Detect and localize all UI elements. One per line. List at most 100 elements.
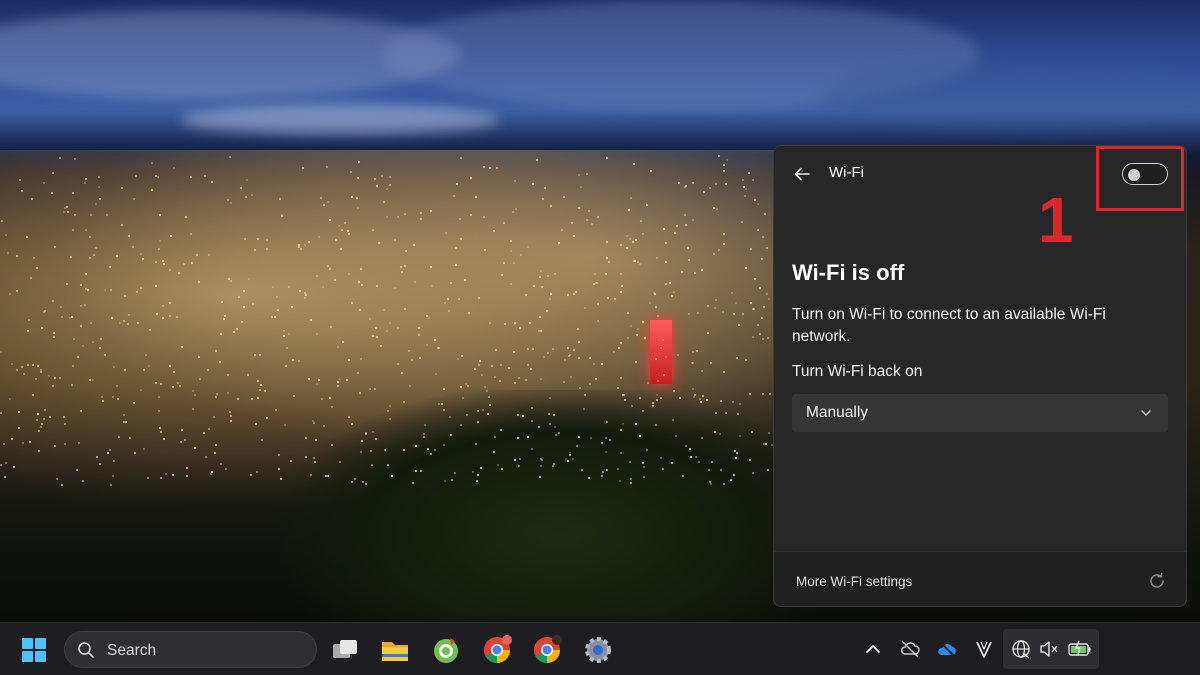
city-light [157,395,160,398]
city-light [133,401,136,404]
settings-button[interactable] [580,632,616,668]
city-light [52,332,55,335]
city-light [417,333,420,336]
city-light [63,415,66,418]
city-light [337,384,340,387]
city-light [551,347,554,350]
city-light [410,358,413,361]
city-light [618,479,621,482]
city-light [587,210,590,213]
city-light [750,301,753,304]
turn-wifi-back-on-dropdown[interactable]: Manually [792,394,1168,432]
city-light [4,461,7,464]
city-light [620,290,623,293]
city-light [732,473,735,476]
city-light [161,305,164,307]
city-light [133,197,135,200]
city-light [101,399,104,402]
city-light [81,344,84,347]
onedrive-icon[interactable] [935,637,959,661]
city-light [283,334,286,337]
chevron-up-icon[interactable] [861,637,885,661]
chrome-button[interactable] [479,632,515,668]
city-light [608,438,611,441]
city-light [302,166,305,169]
cloud-off-icon[interactable] [898,637,922,661]
city-light [275,408,278,411]
city-light [639,220,642,223]
v-app-icon[interactable] [972,637,996,661]
quick-settings-button[interactable] [1003,629,1099,669]
city-light [304,291,307,294]
globe-icon [1012,640,1030,659]
city-light [573,234,576,237]
wifi-off-heading: Wi-Fi is off [792,260,905,285]
city-light [691,387,694,390]
city-light [29,276,32,279]
city-light [763,212,766,215]
city-light [154,174,157,177]
city-light [53,246,56,248]
city-light [140,252,143,255]
city-light [642,409,645,412]
back-button[interactable] [788,162,816,186]
city-light [429,452,432,455]
green-app-button[interactable] [428,632,464,668]
city-light [584,393,587,396]
city-light [601,474,604,477]
city-light [692,395,695,398]
annotation-number: 1 [1038,184,1074,256]
city-light [656,314,659,317]
city-light [27,319,30,322]
city-light [359,357,362,360]
city-light [198,280,201,283]
city-light [707,331,710,334]
city-light [709,482,712,485]
city-light [7,251,10,254]
city-light [223,317,225,320]
chrome-icon [484,635,512,664]
city-light [350,196,353,199]
city-light [160,476,163,479]
city-light [453,472,456,474]
city-light [399,265,402,268]
city-light [393,239,396,242]
city-light [315,438,318,441]
city-light [454,246,457,249]
city-light [95,455,98,458]
city-light [168,268,171,271]
city-light [723,242,726,245]
more-wifi-settings-link[interactable]: More Wi-Fi settings [796,574,912,589]
city-light [250,193,253,196]
city-light [575,445,578,448]
city-light [8,397,11,400]
file-explorer-button[interactable] [377,632,413,668]
refresh-icon[interactable] [1146,570,1168,592]
city-light [36,418,39,421]
task-view-button[interactable] [327,632,363,668]
chrome-profile-button[interactable] [529,632,565,668]
city-light [214,443,217,446]
city-light [672,291,675,294]
city-light [185,215,188,218]
city-light [210,180,213,183]
city-light [478,360,481,363]
city-light [587,476,590,479]
city-light [202,431,205,434]
city-light [26,363,29,366]
city-light [621,422,624,425]
city-light [769,392,772,395]
city-light [336,380,339,383]
city-light [731,400,734,403]
city-light [535,159,538,161]
city-light [596,319,599,322]
city-light [720,399,723,402]
start-button[interactable] [16,632,52,668]
city-light [53,444,56,447]
city-light [339,247,342,250]
city-light [417,327,420,330]
taskbar-search-box[interactable]: Search [64,631,317,668]
city-light [422,436,425,439]
city-light [590,223,593,226]
city-light [627,209,630,212]
